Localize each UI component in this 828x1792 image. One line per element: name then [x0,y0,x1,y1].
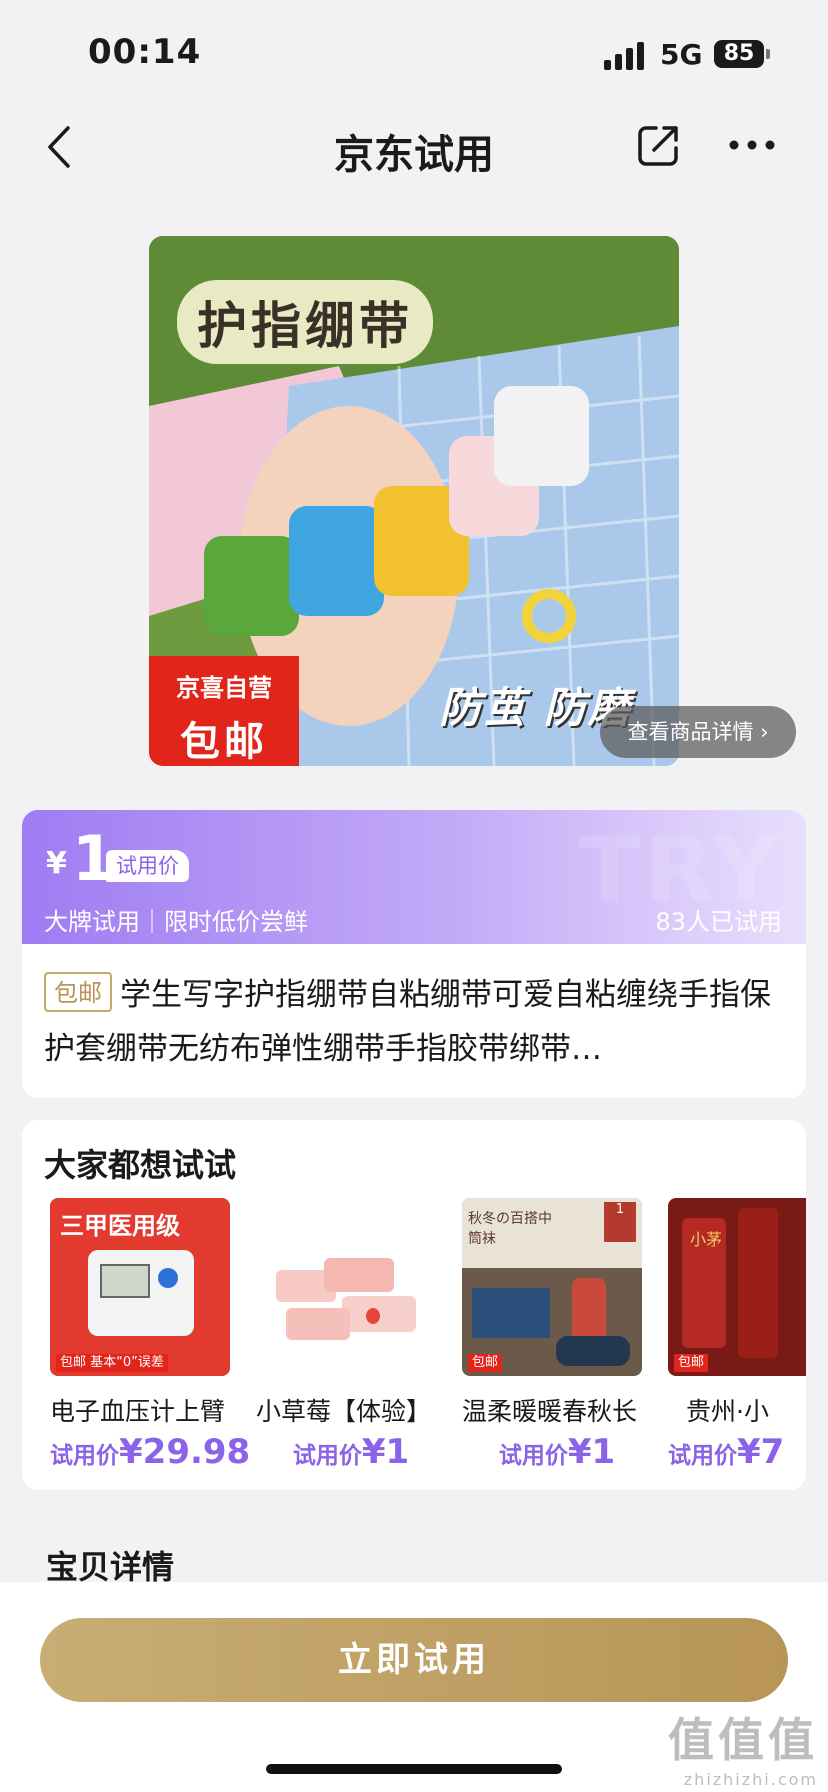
rec-item-price: 试用价¥29.98 [50,1432,250,1472]
free-shipping-badge: 包邮 [44,972,112,1012]
rec-item-image: 三甲医用级 包邮 基本“0”误差 [50,1198,230,1376]
rec-item[interactable]: 三甲医用级 包邮 基本“0”误差 电子血压计上臂 试用价¥29.98 [50,1198,250,1478]
rec-price-value: ¥29.98 [119,1432,251,1472]
price-card: TRY ¥ 1 试用价 大牌试用｜限时低价尝鲜 83人已试用 包邮 学生写字护指绷… [22,810,806,1098]
self-operated-badge: 京喜自营 包邮 [149,656,299,766]
rec-image-badge: 包邮 [674,1354,709,1372]
rec-item-image: 小茅 包邮 [668,1198,806,1376]
price-currency: ¥ [46,846,67,881]
rec-item[interactable]: 秋冬の百搭中筒袜 1 包邮 温柔暖暖春秋长 试用价¥1 [462,1198,642,1478]
status-time: 00:14 [88,32,202,72]
rec-image-text: 秋冬の百搭中筒袜 [468,1211,552,1247]
rec-item-name: 小草莓【体验】 [256,1397,432,1426]
blood-pressure-monitor-icon [88,1250,194,1336]
signal-icon [604,42,644,70]
product-title-text: 学生写字护指绷带自粘绷带可爱自粘缠绕手指保护套绷带无纺布弹性绷带手指胶带绑带… [44,977,771,1067]
nav-bar: 京东试用 [0,100,828,196]
rec-price-value: ¥1 [361,1432,410,1472]
rec-price-label: 试用价 [498,1443,568,1469]
badge-line-1: 京喜自营 [176,674,272,702]
price-slogan: 大牌试用｜限时低价尝鲜 [44,908,308,936]
home-indicator[interactable] [266,1764,562,1774]
rec-image-badge: 包邮 基本“0”误差 [56,1354,168,1372]
product-image[interactable]: 护指绷带 京喜自营 包邮 防茧 防磨 [149,236,679,766]
site-watermark: 值值值 zhizhizhi.com [668,1704,818,1789]
status-bar: 00:14 5G 85 [0,0,828,100]
product-title: 包邮 学生写字护指绷带自粘绷带可爱自粘缠绕手指保护套绷带无纺布弹性绷带手指胶带绑带… [44,968,784,1076]
rec-item-price: 试用价¥1 [256,1432,446,1472]
rec-item-image: 秋冬の百搭中筒袜 1 包邮 [462,1198,642,1376]
share-icon[interactable] [636,122,682,168]
rec-item-name: 贵州·小 [686,1397,769,1426]
more-icon[interactable] [728,130,776,160]
recommendations-list[interactable]: 三甲医用级 包邮 基本“0”误差 电子血压计上臂 试用价¥29.98 小草莓【体… [50,1198,806,1490]
tried-count: 83人已试用 [655,908,782,936]
rec-image-badge: 包邮 [468,1354,503,1372]
badge-line-2: 包邮 [180,719,268,765]
watermark-sub: zhizhizhi.com [683,1770,818,1789]
rec-price-label: 试用价 [668,1443,737,1469]
rec-image-text: 三甲医用级 [60,1212,180,1240]
rec-item[interactable]: 小草莓【体验】 试用价¥1 [256,1198,436,1478]
rec-item-image [256,1198,436,1376]
view-details-button[interactable]: 查看商品详情 › [600,706,796,758]
rec-price-value: ¥7 [737,1432,785,1472]
recommendations-title: 大家都想试试 [44,1146,237,1184]
watermark-main: 值值值 [668,1713,818,1767]
recommendations-section: 大家都想试试 三甲医用级 包邮 基本“0”误差 电子血压计上臂 试用价¥29.9… [22,1120,806,1490]
battery-indicator: 85 [714,40,770,68]
price-header: TRY ¥ 1 试用价 大牌试用｜限时低价尝鲜 83人已试用 [22,810,806,944]
page-title: 京东试用 [334,132,494,178]
rec-image-text: 小茅 [690,1230,723,1249]
rec-price-value: ¥1 [567,1432,616,1472]
rec-item-price: 试用价¥7 [668,1432,806,1472]
rec-item-price: 试用价¥1 [462,1432,652,1472]
hero-title: 护指绷带 [177,280,433,364]
rec-price-label: 试用价 [50,1443,119,1469]
rec-item-name: 电子血压计上臂 [50,1397,226,1426]
socks-icon [472,1288,550,1338]
trial-price-tag: 试用价 [106,850,189,882]
try-now-button[interactable]: 立即试用 [40,1618,788,1702]
strawberry-icon [366,1308,380,1324]
rec-item-name: 温柔暖暖春秋长 [462,1397,638,1426]
rec-item[interactable]: 小茅 包邮 贵州·小 试用价¥7 [668,1198,806,1478]
pack-count-icon: 1 [604,1202,636,1242]
bottom-bar: 立即试用 值值值 zhizhizhi.com [0,1582,828,1792]
network-label: 5G [660,38,703,71]
rec-price-label: 试用价 [292,1443,362,1469]
